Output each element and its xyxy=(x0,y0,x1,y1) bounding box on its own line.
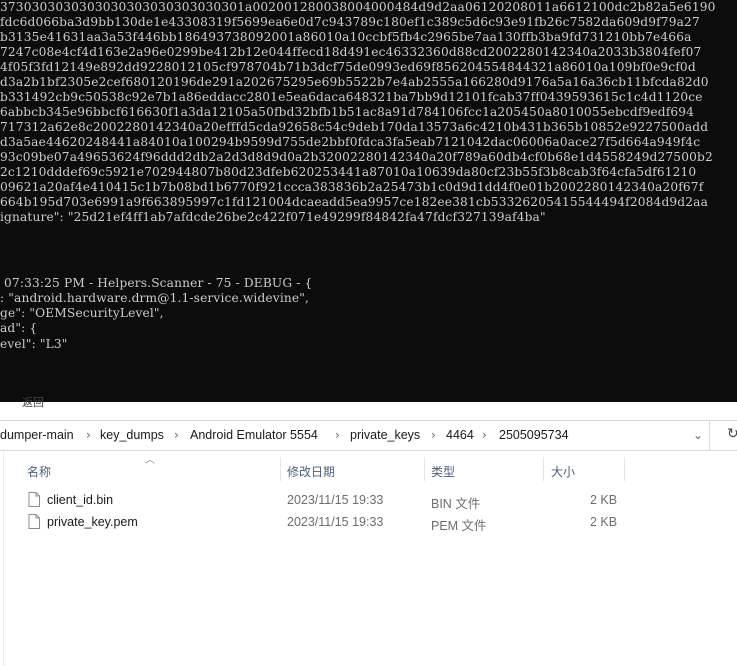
terminal-line: 2c1210dddef69c5921e702944807b80d23dfeb62… xyxy=(0,165,697,179)
breadcrumb-item[interactable]: 2505095734 xyxy=(499,428,569,442)
terminal-line: 07:33:25 PM - Helpers.Scanner - 75 - DEB… xyxy=(0,276,313,290)
terminal-line: ad": { xyxy=(0,321,38,335)
terminal-line: 3730303030303030303030303030301a00200128… xyxy=(0,0,716,14)
terminal-line: d3a5ae44620248441a84010a100294b9599d755d… xyxy=(0,135,701,149)
terminal-line: b3135e41631aa3a53f446bb186493738092001a8… xyxy=(0,30,692,44)
terminal-line: 93c09be07a49653624f96ddd2db2a2d3d8d9d0a2… xyxy=(0,150,713,164)
breadcrumb[interactable]: dumper-main › key_dumps › Android Emulat… xyxy=(0,421,710,450)
file-type: BIN 文件 xyxy=(431,497,481,511)
toolbar-strip: 返回 xyxy=(0,397,737,421)
terminal-line: ge": "OEMSecurityLevel", xyxy=(0,306,164,320)
column-header-modified[interactable]: 修改日期 xyxy=(287,463,335,480)
chevron-right-icon[interactable]: › xyxy=(482,428,487,442)
toolbar-label[interactable]: 返回 xyxy=(22,394,44,410)
file-row[interactable]: client_id.bin 2023/11/15 19:33 BIN 文件 2 … xyxy=(0,489,737,511)
file-icon xyxy=(28,492,40,507)
terminal-line: 09621a20af4e410415c1b7b08bd1b6770f921ccc… xyxy=(0,180,704,194)
column-divider[interactable] xyxy=(280,457,281,481)
file-type: PEM 文件 xyxy=(431,519,487,533)
terminal-line: 717312a62e8c2002280142340a20efffd5cda926… xyxy=(0,120,709,134)
terminal-line: d3a2b1bf2305e2cef680120196de291a20267529… xyxy=(0,75,709,89)
column-header-size[interactable]: 大小 xyxy=(551,463,575,480)
column-divider[interactable] xyxy=(624,457,625,481)
breadcrumb-item[interactable]: private_keys xyxy=(350,428,420,442)
breadcrumb-item[interactable]: Android Emulator 5554 xyxy=(190,428,318,442)
column-header-row: ︿ 名称 修改日期 类型 大小 xyxy=(0,449,737,491)
address-bar[interactable]: dumper-main › key_dumps › Android Emulat… xyxy=(0,420,737,451)
column-header-type[interactable]: 类型 xyxy=(431,463,455,480)
terminal-line: fdc6d066ba3d9bb130de1e43308319f5699ea6e0… xyxy=(0,15,700,29)
terminal-line: 4f05f3fd12149e892dd9228012105cf978704b71… xyxy=(0,60,696,74)
terminal-line: 7247c08e4cf4d163e2a96e0299be412b12e044ff… xyxy=(0,45,702,59)
chevron-right-icon[interactable]: › xyxy=(174,428,179,442)
chevron-right-icon[interactable]: › xyxy=(431,428,436,442)
file-name[interactable]: private_key.pem xyxy=(47,515,138,529)
terminal-line: 664b195d703e6991a9f663895997c1fd121004dc… xyxy=(0,195,708,209)
chevron-right-icon[interactable]: › xyxy=(335,428,340,442)
column-divider[interactable] xyxy=(543,457,544,481)
file-size: 2 KB xyxy=(590,493,618,507)
sort-up-icon: ︿ xyxy=(145,455,155,466)
file-row[interactable]: private_key.pem 2023/11/15 19:33 PEM 文件 … xyxy=(0,511,737,533)
terminal-line: ignature": "25d21ef4ff1ab7afdcde26be2c42… xyxy=(0,210,546,224)
file-modified: 2023/11/15 19:33 xyxy=(287,493,384,507)
file-explorer-window: 返回 dumper-main › key_dumps › Android Emu… xyxy=(0,397,737,666)
chevron-right-icon[interactable]: › xyxy=(86,428,91,442)
column-divider[interactable] xyxy=(424,457,425,481)
terminal-window[interactable]: 3730303030303030303030303030301a00200128… xyxy=(0,0,737,402)
breadcrumb-item[interactable]: dumper-main xyxy=(0,428,74,442)
breadcrumb-item[interactable]: key_dumps xyxy=(100,428,164,442)
breadcrumb-item[interactable]: 4464 xyxy=(446,428,474,442)
terminal-line: 6abbcb345e96bbcf616630f1a3da12105a50fbd3… xyxy=(0,105,695,119)
file-icon xyxy=(28,514,40,529)
file-name[interactable]: client_id.bin xyxy=(47,493,113,507)
refresh-icon[interactable]: ↻ xyxy=(727,427,737,441)
chevron-down-icon[interactable]: ⌄ xyxy=(693,428,703,442)
file-size: 2 KB xyxy=(590,515,618,529)
file-modified: 2023/11/15 19:33 xyxy=(287,515,384,529)
terminal-line: evel": "L3" xyxy=(0,337,68,351)
terminal-line: : "android.hardware.drm@1.1-service.wide… xyxy=(0,291,310,305)
column-header-name[interactable]: 名称 xyxy=(27,463,51,480)
terminal-line: b331492cb9c50538c92e7b1a86eddacc2801e5ea… xyxy=(0,90,703,104)
